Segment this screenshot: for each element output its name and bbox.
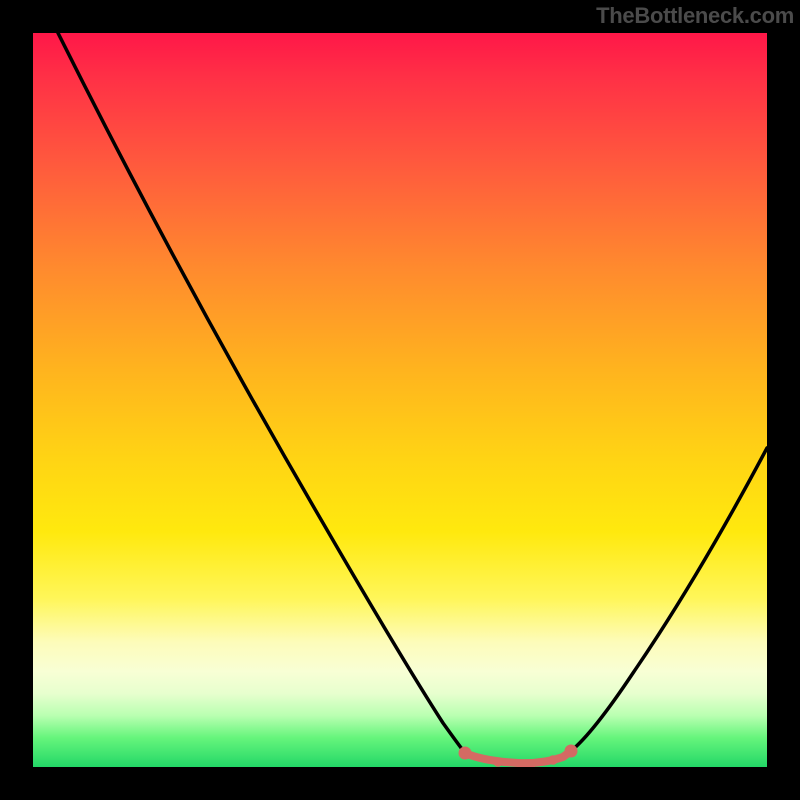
valley-dot bbox=[493, 757, 503, 767]
curve-right bbox=[571, 448, 767, 751]
chart-svg bbox=[33, 33, 767, 767]
curve-left bbox=[58, 33, 465, 753]
figure: TheBottleneck.com bbox=[0, 0, 800, 800]
valley-dot bbox=[548, 755, 558, 765]
attribution-text: TheBottleneck.com bbox=[596, 3, 794, 29]
valley-dot bbox=[459, 747, 472, 760]
plot-area bbox=[33, 33, 767, 767]
valley-dot bbox=[565, 745, 578, 758]
